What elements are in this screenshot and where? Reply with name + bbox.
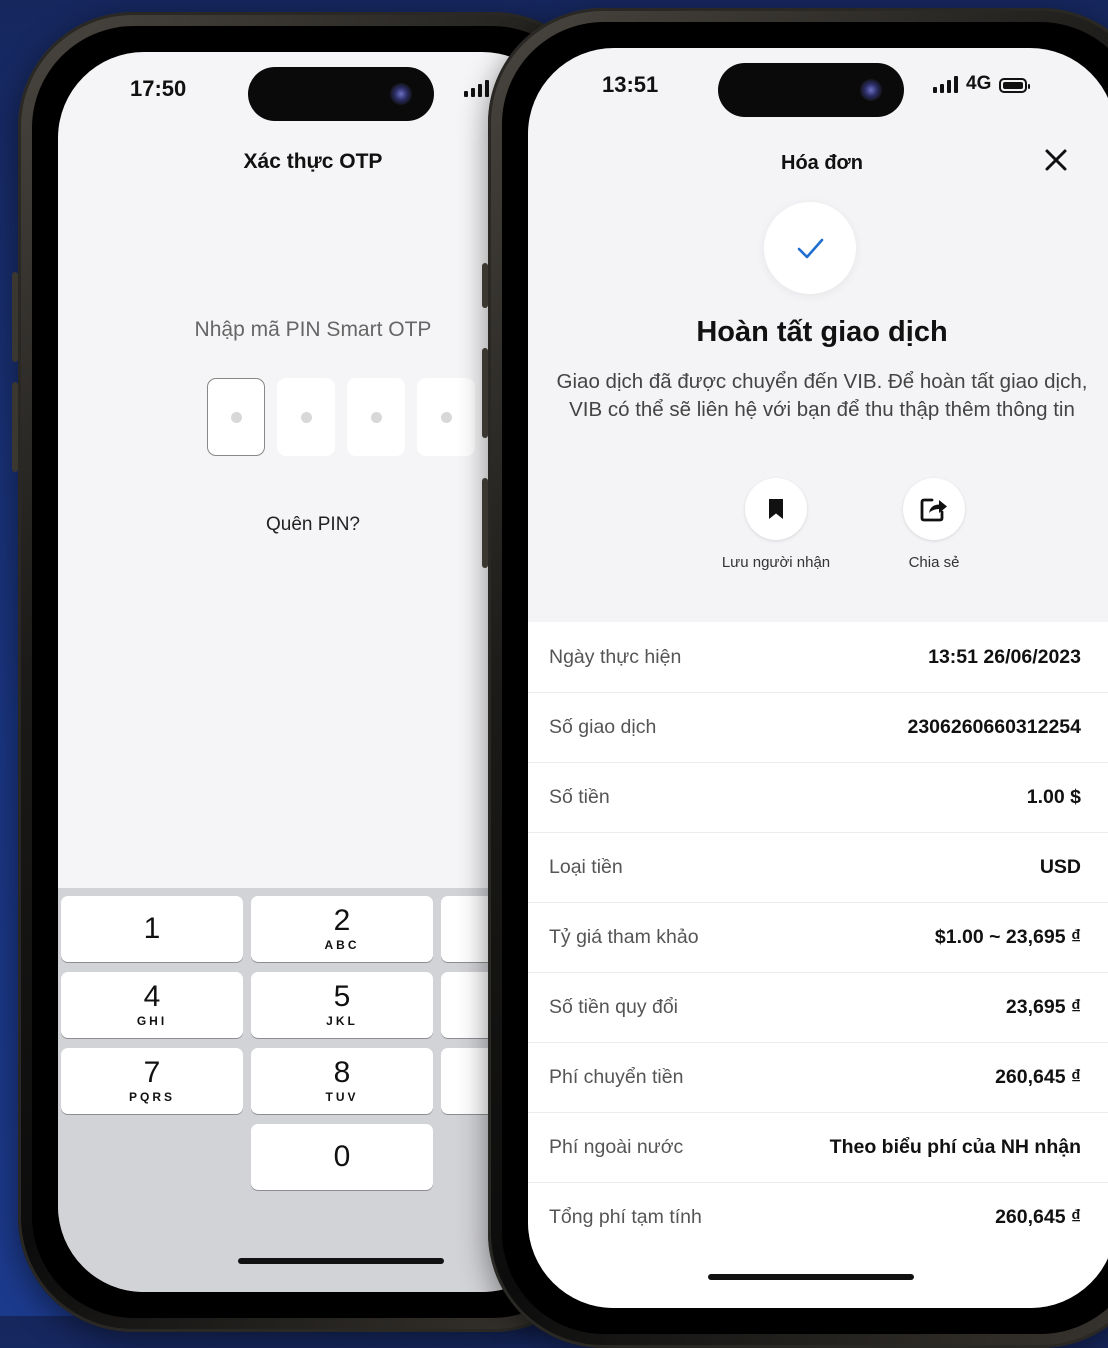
bookmark-icon	[769, 499, 783, 519]
key-letters: JKL	[326, 1014, 358, 1028]
page-title: Hóa đơn	[781, 152, 863, 174]
status-time: 17:50	[130, 76, 187, 101]
detail-value: 1.00 $	[1026, 786, 1081, 808]
status-icons: 4G	[933, 73, 1031, 94]
key-2[interactable]: 2 ABC	[251, 896, 433, 962]
key-digit: 2	[333, 904, 351, 937]
camera-icon	[390, 83, 412, 105]
detail-value: 13:51 26/06/2023	[928, 646, 1081, 668]
save-recipient-label: Lưu người nhận	[721, 554, 831, 571]
key-letters: PQRS	[128, 1090, 175, 1104]
detail-label: Ngày thực hiện	[549, 646, 682, 668]
detail-label: Số tiền quy đổi	[549, 996, 679, 1018]
network-type: 4G	[966, 73, 992, 94]
detail-row: Tổng phí tạm tính 260,645 ₫	[528, 1182, 1108, 1252]
detail-label: Phí chuyển tiền	[549, 1066, 684, 1088]
key-digit: 0	[333, 1140, 351, 1173]
detail-row: Số tiền quy đổi 23,695 ₫	[528, 972, 1108, 1043]
detail-value: 260,645 ₫	[995, 1066, 1081, 1088]
dynamic-island	[718, 63, 904, 117]
pin-dot	[230, 411, 242, 423]
key-5[interactable]: 5 JKL	[251, 972, 433, 1038]
detail-label: Tỷ giá tham khảo	[549, 926, 699, 948]
detail-row: Loại tiền USD	[528, 832, 1108, 903]
share-button[interactable]: Chia sẻ	[864, 478, 1004, 571]
transaction-details: Ngày thực hiện 13:51 26/06/2023 Số giao …	[528, 622, 1108, 1308]
home-indicator[interactable]	[238, 1258, 444, 1264]
success-heading: Hoàn tất giao dịch	[696, 316, 948, 348]
detail-value: 260,645 ₫	[995, 1206, 1081, 1228]
volume-button	[482, 478, 488, 568]
save-recipient-circle	[745, 478, 807, 540]
detail-value: 23,695 ₫	[1005, 996, 1081, 1018]
key-8[interactable]: 8 TUV	[251, 1048, 433, 1114]
detail-value: Theo biểu phí của NH nhận	[829, 1136, 1081, 1158]
camera-icon	[860, 79, 882, 101]
key-4[interactable]: 4 GHI	[61, 972, 243, 1038]
pin-dot	[300, 411, 312, 423]
success-description: Giao dịch đã được chuyển đến VIB. Để hoà…	[556, 370, 1088, 421]
home-indicator[interactable]	[708, 1274, 914, 1280]
detail-label: Số tiền	[549, 786, 610, 808]
detail-row: Số giao dịch 2306260660312254	[528, 692, 1108, 763]
status-icons	[464, 79, 489, 97]
checkmark-icon	[797, 238, 824, 259]
key-0[interactable]: 0	[251, 1124, 433, 1190]
share-label: Chia sẻ	[908, 554, 960, 571]
detail-row: Ngày thực hiện 13:51 26/06/2023	[528, 622, 1108, 693]
key-letters: TUV	[325, 1090, 359, 1104]
detail-label: Tổng phí tạm tính	[549, 1206, 702, 1228]
status-time: 13:51	[602, 72, 659, 97]
success-badge	[764, 202, 856, 294]
detail-label: Loại tiền	[549, 856, 623, 878]
volume-button	[482, 348, 488, 438]
detail-row: Tỷ giá tham khảo $1.00 ~ 23,695 ₫	[528, 902, 1108, 973]
share-circle	[903, 478, 965, 540]
pin-dot	[440, 411, 452, 423]
detail-value: USD	[1039, 856, 1081, 878]
phone-receipt: 13:51 4G Hóa đơn Hoàn tất giao dịch Giao…	[482, 8, 1108, 1348]
detail-row: Phí chuyển tiền 260,645 ₫	[528, 1042, 1108, 1113]
key-digit: 4	[143, 980, 161, 1013]
detail-label: Phí ngoài nước	[549, 1136, 684, 1158]
detail-row: Số tiền 1.00 $	[528, 762, 1108, 833]
pin-digit-box[interactable]	[277, 378, 335, 456]
pin-digit-box[interactable]	[417, 378, 475, 456]
key-letters: ABC	[324, 938, 360, 952]
volume-button	[12, 382, 18, 472]
key-digit: 8	[333, 1056, 351, 1089]
detail-value: 2306260660312254	[907, 716, 1081, 738]
pin-input[interactable]	[207, 378, 475, 456]
signal-icon	[933, 75, 958, 93]
dynamic-island	[248, 67, 434, 121]
close-button[interactable]	[1036, 140, 1076, 180]
mute-switch	[482, 263, 488, 308]
pin-digit-box[interactable]	[347, 378, 405, 456]
detail-value: $1.00 ~ 23,695 ₫	[934, 926, 1081, 948]
battery-icon	[999, 78, 1031, 93]
volume-button	[12, 272, 18, 362]
save-recipient-button[interactable]: Lưu người nhận	[706, 478, 846, 571]
key-digit: 7	[143, 1056, 161, 1089]
pin-digit-box[interactable]	[207, 378, 265, 456]
share-icon	[920, 498, 947, 522]
signal-icon	[464, 79, 489, 97]
key-digit: 5	[333, 980, 351, 1013]
detail-row: Phí ngoài nước Theo biểu phí của NH nhận	[528, 1112, 1108, 1183]
key-digit: 1	[143, 912, 161, 945]
receipt-screen: 13:51 4G Hóa đơn Hoàn tất giao dịch Giao…	[528, 48, 1108, 1308]
key-7[interactable]: 7 PQRS	[61, 1048, 243, 1114]
detail-label: Số giao dịch	[549, 716, 657, 738]
close-icon	[1045, 149, 1067, 171]
pin-dot	[370, 411, 382, 423]
key-letters: GHI	[136, 1014, 168, 1028]
key-1[interactable]: 1	[61, 896, 243, 962]
